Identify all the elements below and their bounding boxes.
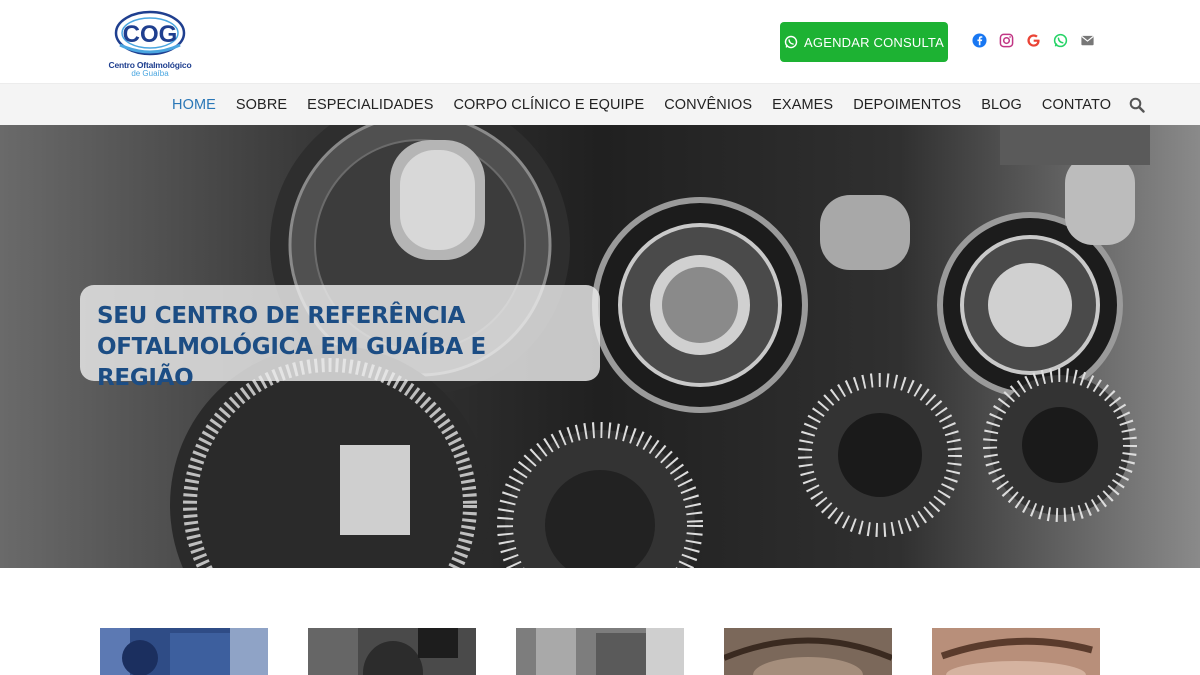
nav-item-exames[interactable]: EXAMES	[762, 97, 843, 113]
nav-menu: HOME SOBRE ESPECIALIDADES CORPO CLÍNICO …	[162, 84, 1145, 126]
logo-mark: COG	[114, 10, 186, 56]
highlights-gallery	[100, 628, 1100, 675]
whatsapp-icon[interactable]	[1053, 33, 1068, 48]
nav-item-depoimentos[interactable]: DEPOIMENTOS	[843, 97, 971, 113]
search-icon[interactable]	[1129, 97, 1145, 113]
site-header: COG Centro Oftalmológico de Guaíba AGEND…	[0, 0, 1200, 83]
eyebrow-photo[interactable]	[932, 628, 1100, 675]
whatsapp-icon	[784, 35, 798, 49]
hero-tagline-box: SEU CENTRO DE REFERÊNCIA OFTALMOLÓGICA E…	[80, 285, 600, 391]
nav-item-convenios[interactable]: CONVÊNIOS	[654, 97, 762, 113]
hero-tagline-line1: SEU CENTRO DE REFERÊNCIA	[97, 303, 466, 329]
site-logo[interactable]: COG Centro Oftalmológico de Guaíba	[100, 5, 200, 79]
nav-item-contato[interactable]: CONTATO	[1032, 97, 1121, 113]
facebook-icon[interactable]	[972, 33, 987, 48]
nav-item-home[interactable]: HOME	[162, 97, 226, 113]
equipment-photo[interactable]	[516, 628, 684, 675]
main-navigation: HOME SOBRE ESPECIALIDADES CORPO CLÍNICO …	[0, 83, 1200, 125]
eye-closeup-photo[interactable]	[724, 628, 892, 675]
nav-item-corpo-clinico[interactable]: CORPO CLÍNICO E EQUIPE	[443, 97, 654, 113]
nav-item-sobre[interactable]: SOBRE	[226, 97, 297, 113]
clinic-building-photo[interactable]	[100, 628, 268, 675]
nav-item-especialidades[interactable]: ESPECIALIDADES	[297, 97, 443, 113]
social-links	[972, 33, 1095, 48]
doctor-exam-photo[interactable]	[308, 628, 476, 675]
schedule-appointment-label: AGENDAR CONSULTA	[804, 34, 944, 50]
schedule-appointment-button[interactable]: AGENDAR CONSULTA	[780, 22, 948, 62]
logo-name-line2: de Guaíba	[131, 69, 169, 78]
instagram-icon[interactable]	[999, 33, 1014, 48]
email-icon[interactable]	[1080, 33, 1095, 48]
hero-tagline-line2: OFTALMOLÓGICA EM GUAÍBA E REGIÃO	[97, 334, 486, 391]
logo-text: COG	[123, 21, 178, 48]
hero-banner: SEU CENTRO DE REFERÊNCIA OFTALMOLÓGICA E…	[0, 125, 1200, 568]
google-icon[interactable]	[1026, 33, 1041, 48]
nav-item-blog[interactable]: BLOG	[971, 97, 1032, 113]
